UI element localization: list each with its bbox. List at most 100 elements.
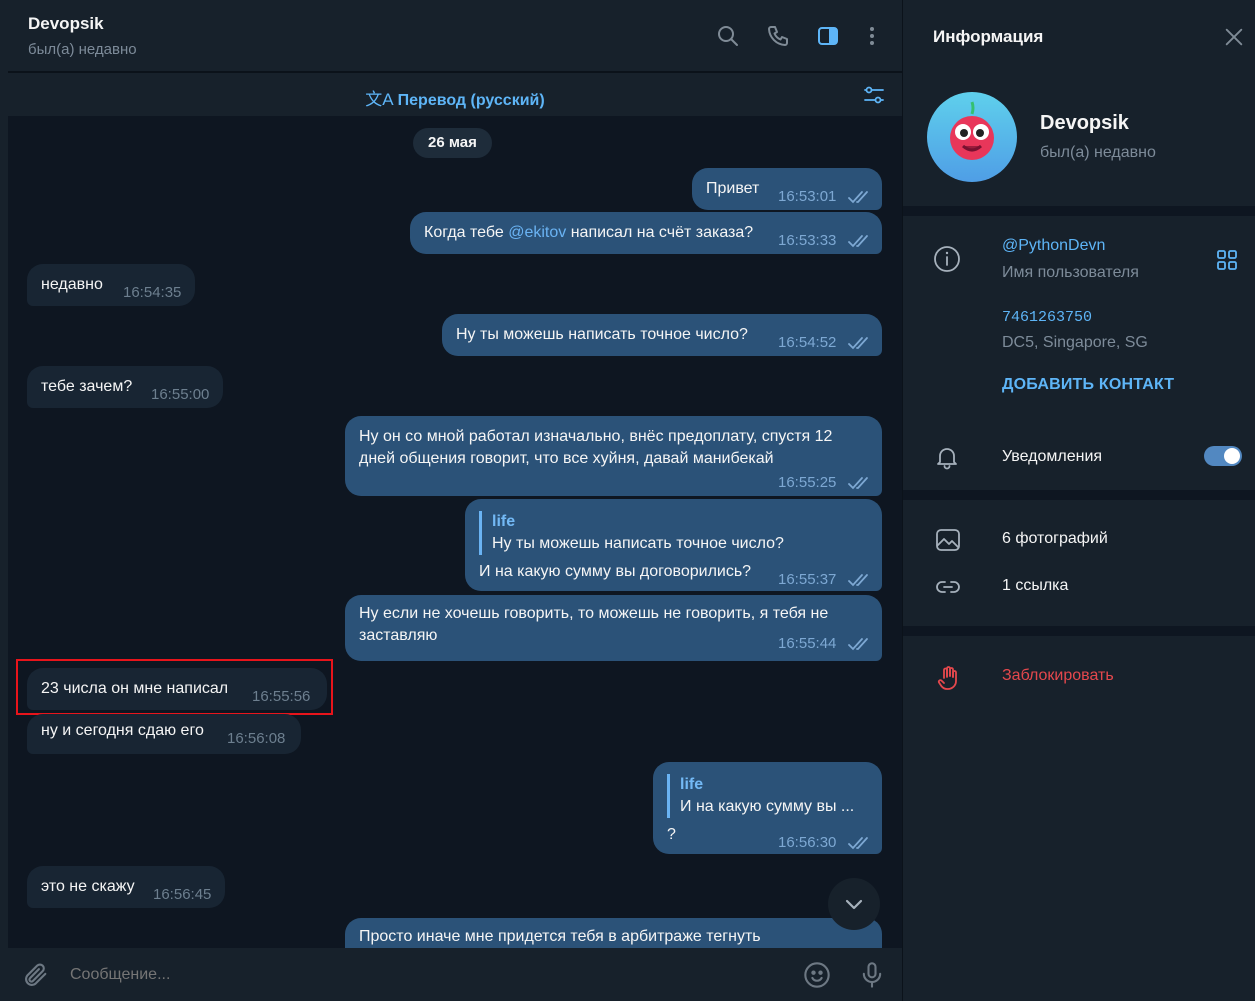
message-text: Когда тебе @ekitov написал на счёт заказ… <box>424 224 754 241</box>
reply-quote[interactable]: life Ну ты можешь написать точное число? <box>479 511 869 555</box>
message-text: Ну ты можешь написать точное число? <box>456 326 748 343</box>
attach-icon[interactable] <box>22 961 50 989</box>
double-check-icon <box>848 477 868 490</box>
section-divider <box>903 626 1255 636</box>
double-check-icon <box>848 574 868 587</box>
message-time: 16:56:30 <box>778 834 837 851</box>
message-outgoing[interactable]: life Ну ты можешь написать точное число?… <box>465 499 882 591</box>
reply-author: life <box>680 776 704 793</box>
double-check-icon <box>848 191 868 204</box>
message-time: 16:55:25 <box>778 474 837 491</box>
message-text-line-1: Ну если не хочешь говорить, то можешь не… <box>359 605 829 622</box>
chat-status: был(а) недавно <box>28 41 137 58</box>
avatar[interactable] <box>927 92 1017 182</box>
reply-text: Ну ты можешь написать точное число? <box>492 535 784 552</box>
sidebar-toggle-icon[interactable] <box>816 24 840 48</box>
chevron-down-icon <box>845 899 863 910</box>
translate-label: Перевод (русский) <box>397 92 545 109</box>
username-link[interactable]: @PythonDevn <box>1002 237 1105 255</box>
message-time: 16:56:45 <box>153 886 212 903</box>
translate-settings-icon[interactable] <box>862 83 886 107</box>
highlight-annotation-box <box>16 659 333 715</box>
message-text: Привет <box>706 180 760 197</box>
section-divider <box>903 206 1255 216</box>
reply-text: И на какую сумму вы ... <box>680 798 855 815</box>
search-icon[interactable] <box>716 24 740 48</box>
message-outgoing[interactable]: Привет 16:53:01 <box>692 168 882 210</box>
date-separator: 26 мая <box>413 128 492 158</box>
notifications-label: Уведомления <box>1002 448 1103 465</box>
reply-author: life <box>492 513 516 530</box>
double-check-icon <box>848 235 868 248</box>
message-text: тебе зачем? <box>41 378 133 395</box>
scroll-to-bottom-button[interactable] <box>828 878 880 930</box>
photo-icon <box>936 529 960 551</box>
notifications-toggle[interactable] <box>1204 446 1242 466</box>
message-outgoing[interactable]: Ну он со мной работал изначально, внёс п… <box>345 416 882 496</box>
section-divider <box>903 490 1255 500</box>
message-incoming[interactable]: тебе зачем? 16:55:00 <box>27 366 223 408</box>
shared-photos[interactable]: 6 фотографий <box>1002 530 1108 548</box>
qr-code-icon[interactable] <box>1215 248 1239 272</box>
translate-button[interactable]: 文A Перевод (русский) <box>8 85 902 110</box>
contact-status: был(а) недавно <box>1040 144 1156 161</box>
chat-title[interactable]: Devopsik <box>28 14 104 34</box>
microphone-icon[interactable] <box>858 961 886 989</box>
message-text: И на какую сумму вы договорились? <box>479 563 752 580</box>
message-time: 16:55:00 <box>151 386 210 403</box>
more-options-icon[interactable] <box>860 24 884 48</box>
emoji-icon[interactable] <box>803 961 831 989</box>
double-check-icon <box>848 337 868 350</box>
message-time: 16:53:01 <box>778 188 837 205</box>
bell-icon <box>937 448 957 470</box>
contact-name: Devopsik <box>1040 112 1129 134</box>
message-text: ну и сегодня сдаю его <box>41 722 204 739</box>
user-mention[interactable]: @ekitov <box>508 224 566 241</box>
message-text-line-1: Ну он со мной работал изначально, внёс п… <box>359 428 833 445</box>
block-hand-icon <box>937 666 957 690</box>
double-check-icon <box>848 638 868 651</box>
message-incoming[interactable]: ну и сегодня сдаю его 16:56:08 <box>27 714 301 754</box>
message-composer[interactable] <box>8 948 902 1001</box>
left-strip <box>0 0 8 1001</box>
block-user-button[interactable]: Заблокировать <box>1002 667 1114 685</box>
chat-header[interactable]: Devopsik был(а) недавно <box>8 0 902 72</box>
message-text: недавно <box>41 276 103 293</box>
username-label: Имя пользователя <box>1002 264 1139 281</box>
message-time: 16:54:35 <box>123 284 182 301</box>
avatar-character-icon <box>950 101 994 160</box>
info-panel: Информация Devopsik был(а) недавно @Pyth… <box>902 0 1255 1001</box>
link-icon <box>936 581 960 593</box>
telegram-window: Devopsik был(а) недавно 文A Перевод (русск… <box>0 0 1255 1001</box>
message-time: 16:54:52 <box>778 334 837 351</box>
info-icon <box>934 246 960 272</box>
message-text: это не скажу <box>41 878 135 895</box>
add-contact-button[interactable]: ДОБАВИТЬ КОНТАКТ <box>1002 376 1174 394</box>
message-incoming[interactable]: это не скажу 16:56:45 <box>27 866 225 908</box>
message-text-line-2: дней общения говорит, что все хуйня, дав… <box>359 450 774 467</box>
message-time: 16:55:37 <box>778 571 837 588</box>
message-time: 16:55:44 <box>778 635 837 652</box>
message-list[interactable]: 26 мая Привет 16:53:01 Когда тебе @ekito… <box>8 116 902 948</box>
translate-bar[interactable]: 文A Перевод (русский) <box>8 72 902 116</box>
shared-links[interactable]: 1 ссылка <box>1002 577 1068 595</box>
info-title: Информация <box>933 27 1044 46</box>
double-check-icon <box>848 837 868 850</box>
message-outgoing[interactable]: Когда тебе @ekitov написал на счёт заказ… <box>410 212 882 254</box>
message-input[interactable] <box>70 966 710 984</box>
close-icon[interactable] <box>1223 26 1245 48</box>
message-text-line-2: заставляю <box>359 627 438 644</box>
translate-icon: 文A <box>365 90 394 109</box>
datacenter-info: DC5, Singapore, SG <box>1002 334 1148 351</box>
message-time: 16:56:08 <box>227 730 286 747</box>
user-id[interactable]: 7461263750 <box>1002 309 1092 326</box>
reply-quote[interactable]: life И на какую сумму вы ... <box>667 774 869 818</box>
phone-icon[interactable] <box>766 24 790 48</box>
message-outgoing[interactable]: Ну ты можешь написать точное число? 16:5… <box>442 314 882 356</box>
message-time: 16:53:33 <box>778 232 837 249</box>
message-outgoing[interactable]: life И на какую сумму вы ... ? 16:56:30 <box>653 762 882 854</box>
message-incoming[interactable]: недавно 16:54:35 <box>27 264 195 306</box>
message-outgoing[interactable]: Просто иначе мне придется тебя в арбитра… <box>345 918 882 948</box>
message-text: Просто иначе мне придется тебя в арбитра… <box>359 928 761 945</box>
message-outgoing[interactable]: Ну если не хочешь говорить, то можешь не… <box>345 595 882 661</box>
